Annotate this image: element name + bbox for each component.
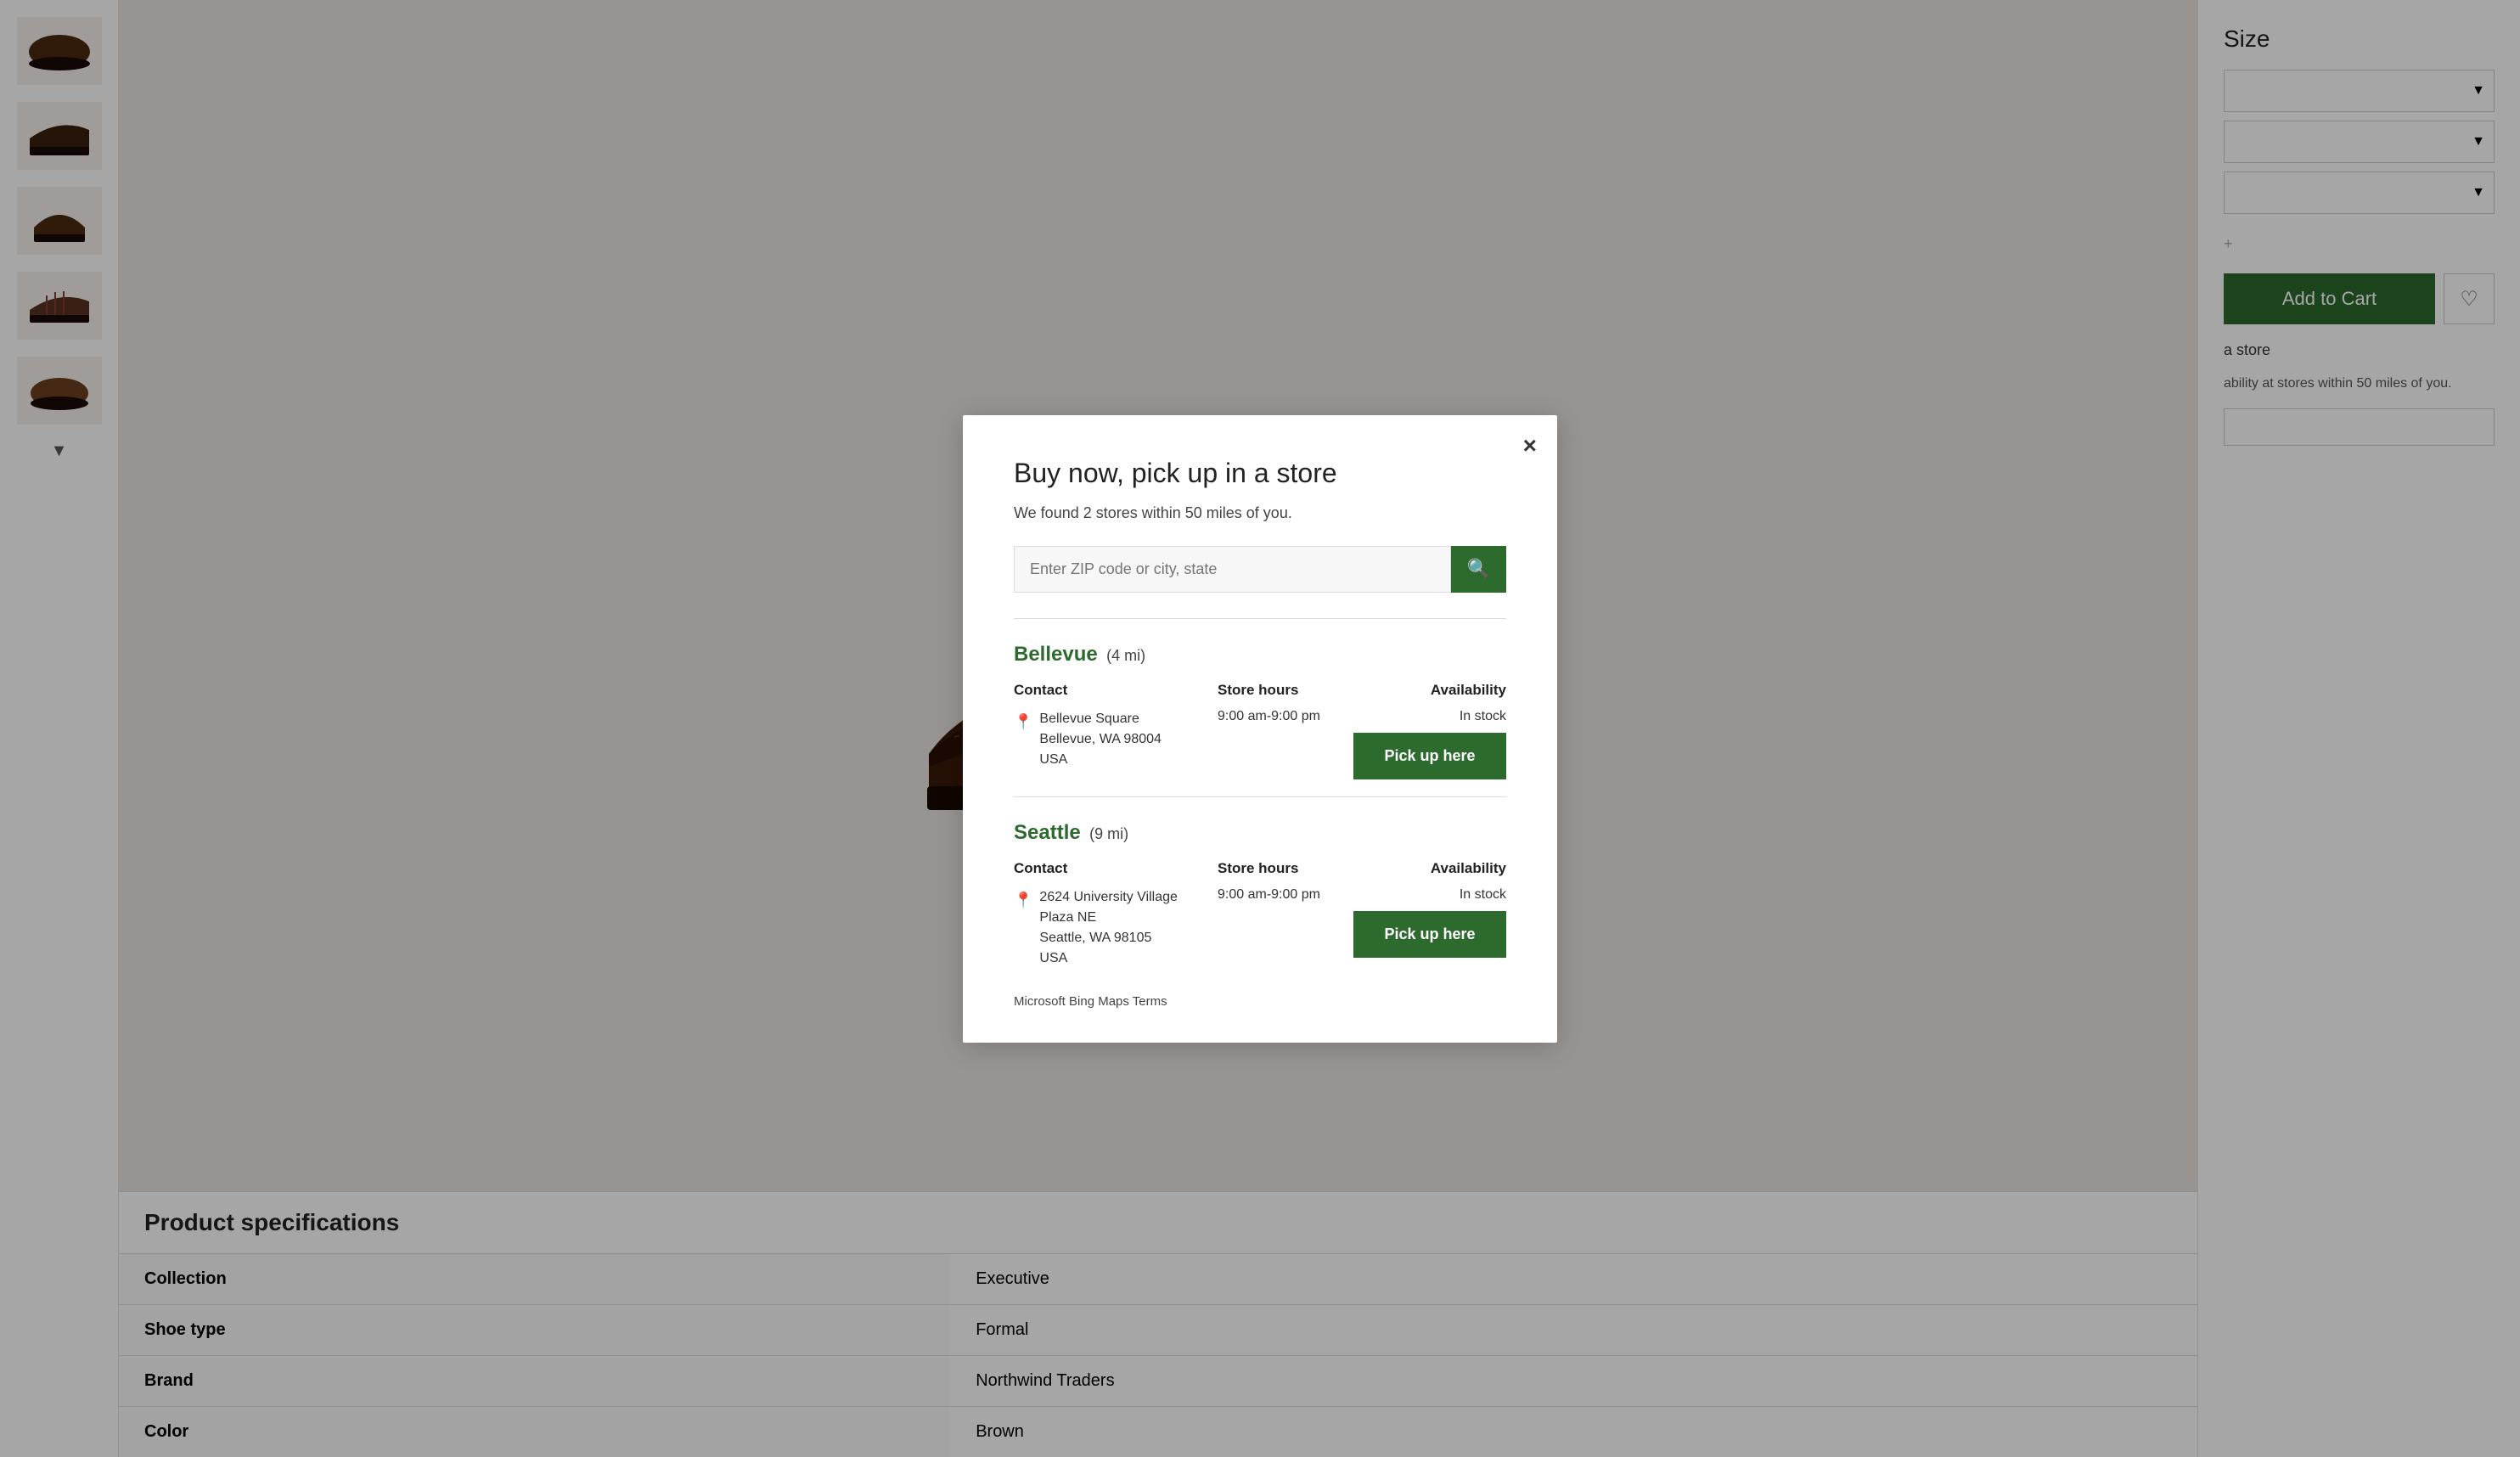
map-pin-icon-2: 📍 xyxy=(1014,889,1032,912)
store-bellevue-distance: (4 mi) xyxy=(1106,647,1145,664)
store-seattle-distance: (9 mi) xyxy=(1089,825,1128,842)
bellevue-contact-header: Contact xyxy=(1014,682,1218,699)
divider-2 xyxy=(1014,796,1506,797)
bellevue-availability-status: In stock xyxy=(1460,709,1506,724)
bellevue-hours-header: Store hours xyxy=(1218,682,1336,699)
store-seattle-cols: Contact 📍 2624 University VillagePlaza N… xyxy=(1014,860,1506,969)
close-button[interactable]: × xyxy=(1523,432,1537,459)
bellevue-hours-col: Store hours 9:00 am-9:00 pm xyxy=(1218,682,1336,779)
seattle-hours-text: 9:00 am-9:00 pm xyxy=(1218,887,1336,903)
seattle-availability-header: Availability xyxy=(1431,860,1506,877)
seattle-contact-col: Contact 📍 2624 University VillagePlaza N… xyxy=(1014,860,1218,969)
bellevue-contact-col: Contact 📍 Bellevue SquareBellevue, WA 98… xyxy=(1014,682,1218,779)
store-bellevue: Bellevue (4 mi) Contact 📍 Bellevue Squar… xyxy=(1014,643,1506,779)
bellevue-pickup-button[interactable]: Pick up here xyxy=(1353,733,1506,779)
seattle-address-text: 2624 University VillagePlaza NESeattle, … xyxy=(1039,887,1177,969)
bellevue-hours-text: 9:00 am-9:00 pm xyxy=(1218,709,1336,724)
bellevue-availability-col: Availability In stock Pick up here xyxy=(1336,682,1506,779)
modal-overlay[interactable]: × Buy now, pick up in a store We found 2… xyxy=(0,0,2520,1457)
seattle-pickup-button[interactable]: Pick up here xyxy=(1353,911,1506,958)
bellevue-address: 📍 Bellevue SquareBellevue, WA 98004USA xyxy=(1014,709,1218,770)
search-icon: 🔍 xyxy=(1467,558,1490,580)
seattle-hours-header: Store hours xyxy=(1218,860,1336,877)
store-bellevue-cols: Contact 📍 Bellevue SquareBellevue, WA 98… xyxy=(1014,682,1506,779)
map-pin-icon: 📍 xyxy=(1014,711,1032,734)
seattle-contact-header: Contact xyxy=(1014,860,1218,877)
modal-subtitle: We found 2 stores within 50 miles of you… xyxy=(1014,504,1506,522)
bellevue-address-text: Bellevue SquareBellevue, WA 98004USA xyxy=(1039,709,1162,770)
store-bellevue-name: Bellevue xyxy=(1014,643,1098,666)
seattle-address: 📍 2624 University VillagePlaza NESeattle… xyxy=(1014,887,1218,969)
store-seattle: Seattle (9 mi) Contact 📍 2624 University… xyxy=(1014,821,1506,969)
bellevue-availability-header: Availability xyxy=(1431,682,1506,699)
search-button[interactable]: 🔍 xyxy=(1451,546,1506,593)
zip-input[interactable] xyxy=(1014,546,1451,593)
seattle-availability-status: In stock xyxy=(1460,887,1506,903)
store-seattle-name: Seattle xyxy=(1014,821,1081,844)
modal: × Buy now, pick up in a store We found 2… xyxy=(963,415,1557,1043)
seattle-availability-col: Availability In stock Pick up here xyxy=(1336,860,1506,969)
bing-terms[interactable]: Microsoft Bing Maps Terms xyxy=(1014,994,1506,1009)
seattle-hours-col: Store hours 9:00 am-9:00 pm xyxy=(1218,860,1336,969)
modal-title: Buy now, pick up in a store xyxy=(1014,458,1506,489)
zip-search-row: 🔍 xyxy=(1014,546,1506,593)
divider-1 xyxy=(1014,618,1506,619)
